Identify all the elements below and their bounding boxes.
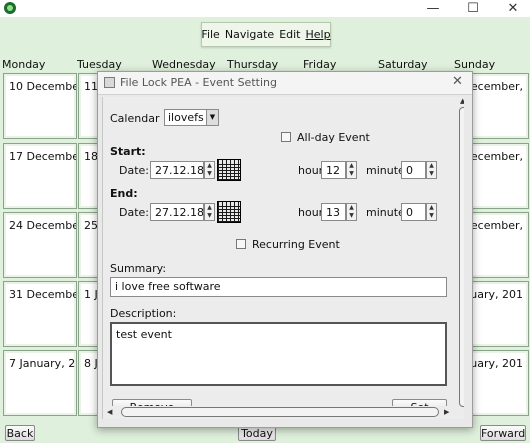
menu-bar: File Navigate Edit Help [201,22,331,47]
day-cell[interactable]: 31 December, [3,281,77,347]
calendar-select-value: ilovefs [164,109,207,126]
dialog-content: Calendar ilovefs ▼ All-day Event Start: … [102,97,464,419]
start-hour-label: hour [298,164,324,177]
app-logo-icon [4,2,16,14]
end-date-field[interactable]: 27.12.18 [150,203,204,221]
horizontal-scrollbar[interactable]: ◀ ▶ [103,406,458,419]
day-cell-date: 17 December, [9,150,76,163]
back-button[interactable]: Back [5,425,35,441]
maximize-button[interactable]: ☐ [456,0,490,17]
day-cell-date: 10 December, [9,80,76,93]
menu-help[interactable]: Help [306,28,331,41]
day-cell[interactable]: 24 December, [3,212,77,278]
calendar-picker-icon[interactable] [217,201,241,223]
start-hour-spinner[interactable]: ▲ ▼ [346,161,357,179]
menu-edit[interactable]: Edit [279,28,300,41]
minimize-button[interactable]: — [416,0,450,17]
allday-label: All-day Event [297,131,370,144]
menu-file[interactable]: File [201,28,219,41]
day-cell-date: 24 December, [9,219,76,232]
close-button[interactable]: ✕ [496,0,530,17]
start-minute-label: minute [366,164,405,177]
event-setting-dialog: File Lock PEA - Event Setting ✕ Calendar… [97,71,473,428]
day-cell-date: 11 [84,80,98,93]
day-header-saturday: Saturday [378,58,428,71]
dialog-title-bar: File Lock PEA - Event Setting ✕ [98,72,472,95]
end-hour-label: hour [298,206,324,219]
day-cell[interactable]: 7 January, 201 [3,350,77,416]
recurring-checkbox[interactable] [236,239,246,249]
end-hour-field[interactable]: 13 [321,203,346,221]
end-hour-spinner[interactable]: ▲ ▼ [346,203,357,221]
day-cell-date: 7 January, 201 [9,357,76,370]
day-cell-date: 8 J [84,357,98,370]
end-minute-field[interactable]: 0 [401,203,426,221]
start-hour-field[interactable]: 12 [321,161,346,179]
title-bar: — ☐ ✕ [0,0,530,17]
day-cell-date: 1 J [84,288,98,301]
day-cell-date: 31 December, [9,288,76,301]
vertical-scrollbar[interactable]: ▲ [458,97,464,419]
summary-label: Summary: [110,262,167,275]
start-date-label: Date: [119,164,149,177]
start-date-spinner[interactable]: ▲ ▼ [204,161,215,179]
dialog-window-icon [104,77,115,88]
dialog-title: File Lock PEA - Event Setting [120,76,277,89]
day-cell-date: 18 [84,150,98,163]
start-date-field[interactable]: 27.12.18 [150,161,204,179]
calendar-label: Calendar [110,112,160,125]
day-header-thursday: Thursday [227,58,279,71]
scroll-up-icon[interactable]: ▲ [460,97,464,105]
start-minute-spinner[interactable]: ▲ ▼ [426,161,437,179]
start-label: Start: [110,145,146,158]
day-cell[interactable]: 17 December, [3,143,77,209]
start-minute-field[interactable]: 0 [401,161,426,179]
day-header-wednesday: Wednesday [152,58,216,71]
day-header-sunday: Sunday [454,58,496,71]
menu-navigate[interactable]: Navigate [225,28,274,41]
end-label: End: [110,187,138,200]
day-header-friday: Friday [303,58,337,71]
recurring-label: Recurring Event [252,238,340,251]
calendar-picker-icon[interactable] [217,159,241,181]
forward-button[interactable]: Forward [480,425,526,441]
allday-checkbox[interactable] [281,132,291,142]
end-date-spinner[interactable]: ▲ ▼ [204,203,215,221]
horizontal-scroll-thumb[interactable] [121,407,439,417]
calendar-select[interactable]: ilovefs ▼ [164,109,219,126]
vertical-scroll-thumb[interactable] [459,107,464,407]
end-date-label: Date: [119,206,149,219]
scroll-left-icon[interactable]: ◀ [107,408,112,416]
description-textarea[interactable]: test event [110,322,447,386]
scroll-right-icon[interactable]: ▶ [444,408,449,416]
chevron-down-icon[interactable]: ▼ [206,109,219,126]
day-cell-date: 25 [84,219,98,232]
end-minute-spinner[interactable]: ▲ ▼ [426,203,437,221]
day-cell[interactable]: 10 December, [3,73,77,139]
day-header-tuesday: Tuesday [77,58,122,71]
summary-input[interactable]: i love free software [110,277,447,297]
description-label: Description: [110,307,177,320]
day-header-monday: Monday [2,58,46,71]
end-minute-label: minute [366,206,405,219]
dialog-close-icon[interactable]: ✕ [452,74,463,89]
